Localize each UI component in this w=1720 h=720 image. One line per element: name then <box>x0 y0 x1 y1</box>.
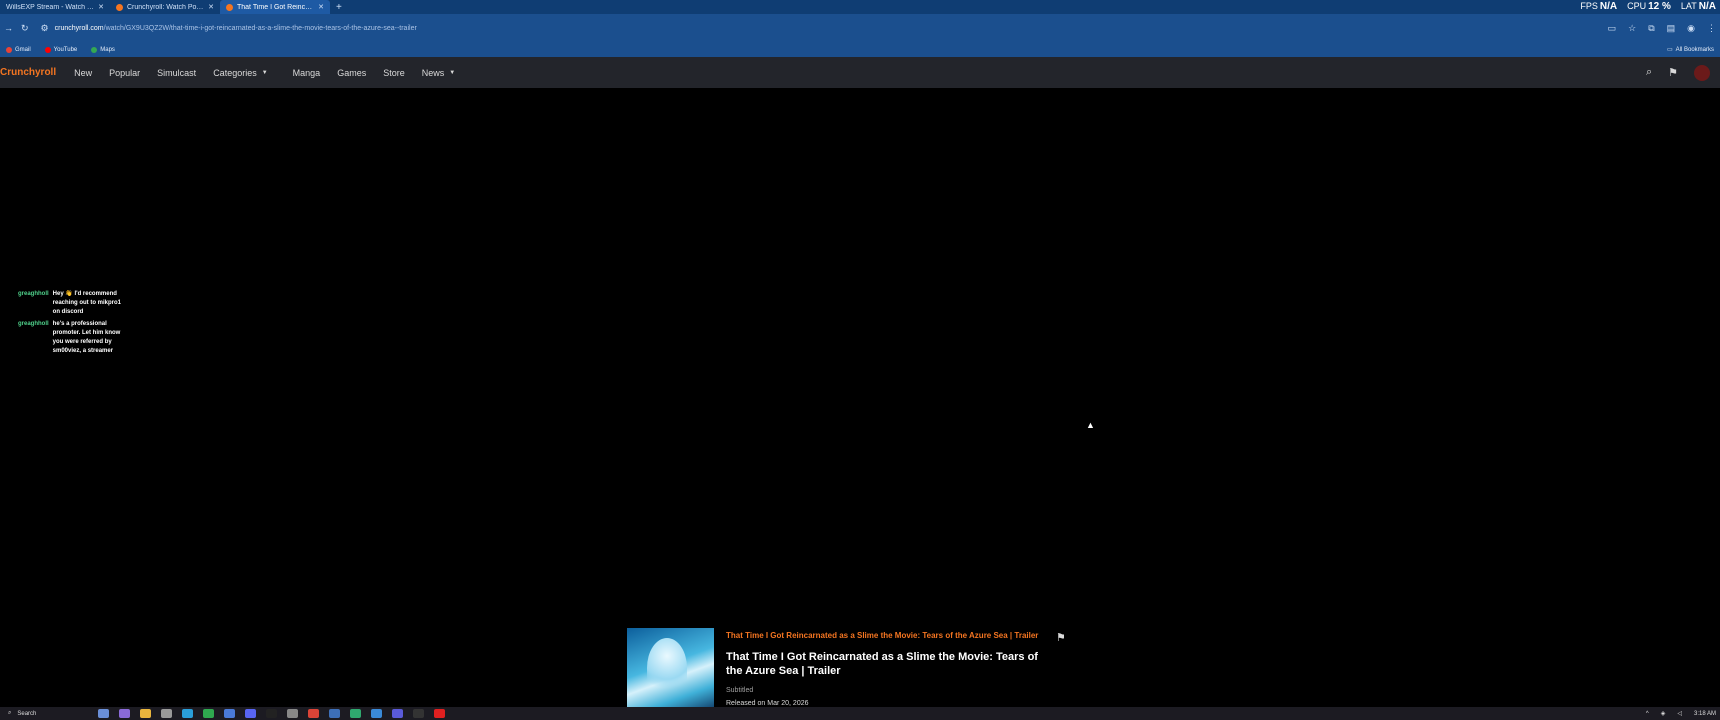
taskbar-apps <box>98 709 445 718</box>
tab-title: WillsEXP Stream - Watch Live o <box>6 3 94 11</box>
chat-message: greaghholl he's a professional promoter.… <box>18 320 128 356</box>
bookmarks-bar: Gmail YouTube Maps ▭ All Bookmarks <box>0 42 1720 57</box>
browser-toolbar: → ↻ ⚙ crunchyroll.com/watch/GX9U3QZ2W/th… <box>0 14 1720 42</box>
nav-manga[interactable]: Manga <box>293 68 321 78</box>
nav-games[interactable]: Games <box>337 68 366 78</box>
search-icon: ⌕ <box>8 710 12 716</box>
sidepanel-icon[interactable]: ▤ <box>1667 23 1676 34</box>
performance-overlay: FPS N/A CPU 12 % LAT N/A <box>1580 1 1716 12</box>
close-tab-icon[interactable]: ✕ <box>98 3 104 11</box>
app-icon[interactable] <box>350 709 361 718</box>
chat-username: greaghholl <box>18 291 49 297</box>
network-icon[interactable]: ◈ <box>1661 710 1666 717</box>
system-tray: ^ ◈ ◁ 3:18 AM <box>1646 710 1716 718</box>
address-bar[interactable]: ⚙ crunchyroll.com/watch/GX9U3QZ2W/that-t… <box>37 19 1600 37</box>
new-tab-button[interactable]: + <box>330 2 348 13</box>
chrome-icon[interactable] <box>308 709 319 718</box>
gear-icon[interactable] <box>287 709 298 718</box>
nav-popular[interactable]: Popular <box>109 68 140 78</box>
cpu-readout: CPU 12 % <box>1627 1 1671 12</box>
subtitle-status: Subtitled <box>726 687 754 694</box>
video-thumbnail[interactable] <box>627 628 714 708</box>
discord-icon[interactable] <box>245 709 256 718</box>
app-icon[interactable] <box>329 709 340 718</box>
site-info-icon[interactable]: ⚙ <box>41 23 49 34</box>
chat-text: he's a professional promoter. Let him kn… <box>52 321 121 354</box>
search-icon[interactable]: ⌕ <box>1646 66 1652 79</box>
tab-title: That Time I Got Reincarnated a <box>237 3 314 11</box>
folder-icon: ▭ <box>1666 47 1673 53</box>
bookmark-gmail[interactable]: Gmail <box>6 46 31 53</box>
nav-simulcast[interactable]: Simulcast <box>157 68 196 78</box>
site-header: Crunchyroll New Popular Simulcast Catego… <box>0 57 1720 88</box>
app-icon[interactable] <box>392 709 403 718</box>
bookmark-youtube[interactable]: YouTube <box>44 46 77 53</box>
close-tab-icon[interactable]: ✕ <box>318 3 324 11</box>
video-title: That Time I Got Reincarnated as a Slime … <box>726 651 1038 677</box>
maps-icon <box>91 46 98 53</box>
avatar[interactable] <box>1694 64 1710 81</box>
settings-icon[interactable] <box>161 709 172 718</box>
tab-title: Crunchyroll: Watch Popular An <box>127 3 205 11</box>
toolbar-actions: ▭ ☆ ⧉ ▤ ◉ ⋮ <box>1608 23 1716 34</box>
crunchyroll-favicon <box>116 3 123 11</box>
profile-icon[interactable]: ◉ <box>1687 23 1695 34</box>
close-tab-icon[interactable]: ✕ <box>208 3 214 11</box>
copilot-icon[interactable] <box>119 709 130 718</box>
file-explorer-icon[interactable] <box>140 709 151 718</box>
bookmark-icon[interactable]: ⚑ <box>1056 631 1066 644</box>
volume-icon[interactable]: ◁ <box>1677 710 1682 717</box>
nav-categories[interactable]: Categories ▼ <box>213 68 267 78</box>
nav-news[interactable]: News ▼ <box>422 68 455 78</box>
release-date: Released on Mar 20, 2026 <box>726 700 809 707</box>
app-icon[interactable] <box>413 709 424 718</box>
video-info-card: That Time I Got Reincarnated as a Slime … <box>627 628 1067 708</box>
url-text: crunchyroll.com/watch/GX9U3QZ2W/that-tim… <box>54 24 417 32</box>
chat-message: greaghholl Hey 👋 I'd recommend reaching … <box>18 290 128 317</box>
series-link[interactable]: That Time I Got Reincarnated as a Slime … <box>726 631 1038 640</box>
clock[interactable]: 3:18 AM <box>1694 711 1716 717</box>
edge-icon[interactable] <box>182 709 193 718</box>
nav-store[interactable]: Store <box>383 68 405 78</box>
chat-text: Hey 👋 I'd recommend reaching out to mikp… <box>52 291 122 315</box>
extensions-icon[interactable]: ⧉ <box>1648 23 1654 34</box>
app-icon[interactable] <box>371 709 382 718</box>
menu-icon[interactable]: ⋮ <box>1707 23 1716 34</box>
chevron-down-icon: ▼ <box>261 69 268 76</box>
lat-readout: LAT N/A <box>1680 1 1716 12</box>
nav-new[interactable]: New <box>74 68 92 78</box>
tiktok-icon[interactable] <box>266 709 277 718</box>
tab-willsexp[interactable]: WillsEXP Stream - Watch Live o ✕ <box>0 0 110 14</box>
stream-chat-overlay: greaghholl Hey 👋 I'd recommend reaching … <box>18 290 128 359</box>
crunchyroll-favicon <box>226 3 233 11</box>
forward-icon[interactable]: → <box>4 23 13 33</box>
chat-username: greaghholl <box>18 321 49 327</box>
widgets-icon[interactable] <box>98 709 109 718</box>
reload-icon[interactable]: ↻ <box>21 23 29 34</box>
bookmark-maps[interactable]: Maps <box>91 46 115 53</box>
chevron-down-icon: ▼ <box>449 69 456 76</box>
mouse-cursor-icon: ▲ <box>1086 420 1095 430</box>
xbox-icon[interactable] <box>203 709 214 718</box>
youtube-icon <box>44 46 51 53</box>
all-bookmarks[interactable]: ▭ All Bookmarks <box>1666 46 1714 54</box>
bookmark-star-icon[interactable]: ☆ <box>1628 23 1636 34</box>
crunchyroll-logo[interactable]: Crunchyroll <box>0 67 56 78</box>
cast-icon[interactable]: ▭ <box>1608 23 1617 34</box>
browser-tab-strip: WillsEXP Stream - Watch Live o ✕ Crunchy… <box>0 0 1720 14</box>
youtube-icon[interactable] <box>434 709 445 718</box>
watchlist-icon[interactable]: ⚑ <box>1668 66 1678 79</box>
tab-slime-trailer[interactable]: That Time I Got Reincarnated a ✕ <box>220 0 330 14</box>
tab-crunchyroll-popular[interactable]: Crunchyroll: Watch Popular An ✕ <box>110 0 220 14</box>
taskbar-search[interactable]: ⌕ Search <box>8 710 88 717</box>
gmail-icon <box>6 46 12 53</box>
fps-readout: FPS N/A <box>1580 1 1618 12</box>
store-icon[interactable] <box>224 709 235 718</box>
header-actions: ⌕ ⚑ <box>1646 64 1710 81</box>
chevron-up-icon[interactable]: ^ <box>1646 711 1649 717</box>
os-taskbar: ⌕ Search ^ ◈ ◁ 3:18 AM <box>0 707 1720 720</box>
